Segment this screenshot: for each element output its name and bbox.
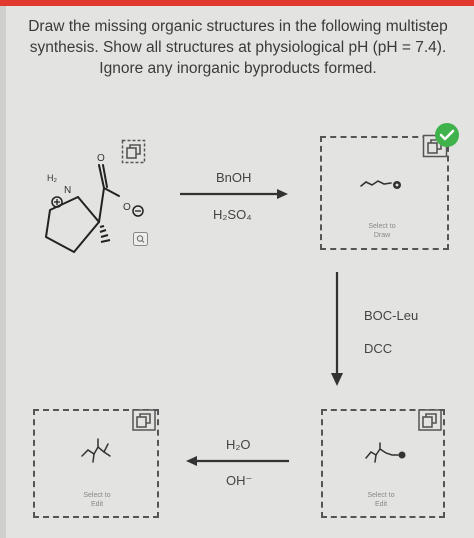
nitrogen-label: N: [64, 185, 72, 196]
step3-reagent-bottom: OH⁻: [226, 473, 253, 488]
zoom-icon[interactable]: [133, 232, 148, 246]
step1-reagent-top: BnOH: [216, 170, 252, 185]
step1-reagent-bottom: H₂SO₄: [213, 207, 252, 222]
final-product-thumbnail[interactable]: [78, 434, 118, 468]
step2-reagent-top: BOC-Leu: [364, 308, 419, 323]
product2-thumbnail[interactable]: [362, 440, 408, 468]
carbonyl-oxygen-label: O: [97, 153, 105, 164]
checkmark-icon: [435, 123, 459, 147]
product2-hint: Select to Edit: [338, 491, 424, 509]
product1-hint-line1: Select to: [368, 223, 396, 230]
step2-reagent-bottom: DCC: [364, 341, 393, 356]
step2-arrow: [331, 272, 343, 386]
final-product-hint-line2: Edit: [90, 501, 104, 508]
starting-material-structure: [44, 164, 144, 254]
instructions-line-1: Draw the missing organic structures in t…: [28, 18, 448, 35]
copy-icon[interactable]: [132, 409, 156, 431]
question-instructions: Draw the missing organic structures in t…: [18, 16, 458, 79]
step3-reagent-top: H₂O: [226, 437, 251, 452]
copy-icon[interactable]: [418, 409, 442, 431]
step1-arrow: [180, 189, 288, 199]
product2-hint-line2: Edit: [374, 501, 388, 508]
copy-icon[interactable]: [121, 139, 146, 164]
step3-arrow: [186, 456, 289, 466]
final-product-hint: Select to Edit: [54, 491, 140, 509]
h2-label: H₂: [47, 173, 57, 183]
final-product-hint-line1: Select to: [83, 492, 111, 499]
product1-hint: Select to Draw: [340, 222, 424, 240]
product2-hint-line1: Select to: [367, 492, 395, 499]
oxide-oxygen-label: O: [123, 202, 131, 213]
product1-hint-line2: Draw: [373, 232, 391, 239]
product1-thumbnail[interactable]: [358, 174, 408, 194]
instructions-line-3: Ignore any inorganic byproducts formed.: [99, 60, 377, 77]
instructions-line-2: synthesis. Show all structures at physio…: [29, 39, 447, 56]
